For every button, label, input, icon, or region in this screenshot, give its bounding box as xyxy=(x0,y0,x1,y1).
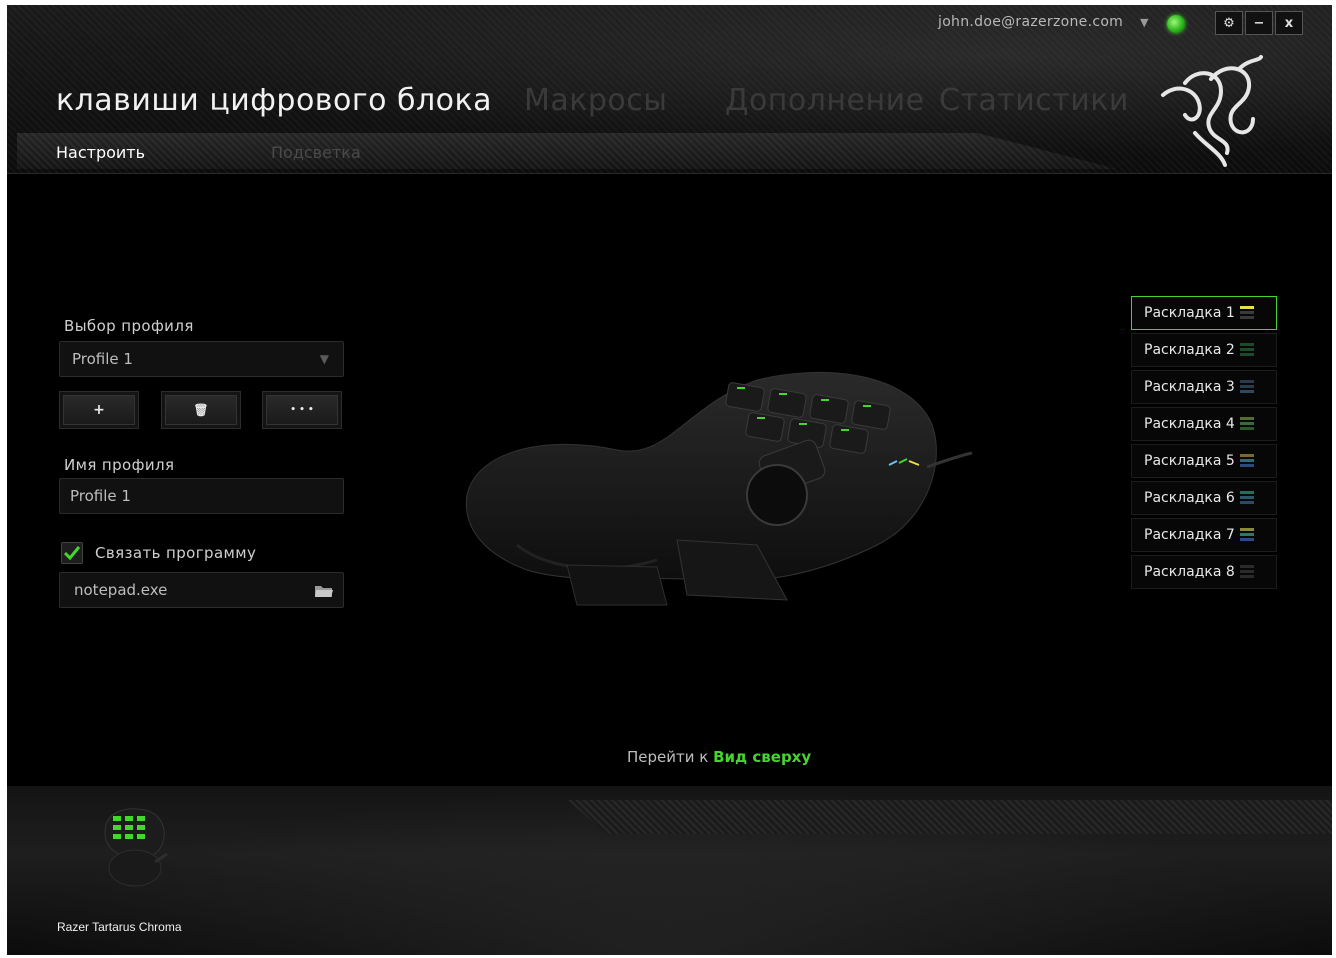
more-icon: • • • xyxy=(290,405,314,415)
settings-button[interactable]: ⚙ xyxy=(1215,11,1243,35)
subtab-customize[interactable]: Настроить xyxy=(56,143,145,162)
layout-label: Раскладка 4 xyxy=(1144,416,1235,432)
folder-icon[interactable] xyxy=(315,585,333,598)
link-program-checkbox[interactable] xyxy=(61,542,83,564)
subtab-bar xyxy=(17,133,1117,169)
minimize-button[interactable]: − xyxy=(1245,11,1273,35)
add-profile-button[interactable]: + xyxy=(59,391,139,429)
layout-item-4[interactable]: Раскладка 4 xyxy=(1131,407,1277,441)
razer-logo-icon xyxy=(1161,55,1263,167)
view-switch-prefix: Перейти к xyxy=(627,748,709,766)
layout-label: Раскладка 1 xyxy=(1144,305,1235,321)
synapse-window: john.doe@razerzone.com ▼ ⚙ − x клавиши ц… xyxy=(7,5,1332,955)
more-options-button[interactable]: • • • xyxy=(262,391,342,429)
device-footer: Razer Tartarus Chroma xyxy=(7,786,1332,955)
tab-stats[interactable]: Статистики xyxy=(939,83,1129,118)
device-thumbnail[interactable] xyxy=(95,802,175,892)
tab-extras[interactable]: Дополнение xyxy=(725,83,925,118)
profile-select-label: Выбор профиля xyxy=(64,317,194,335)
chevron-down-icon: ▼ xyxy=(319,352,329,366)
profile-dropdown[interactable]: Profile 1 ▼ xyxy=(59,341,344,377)
profile-name-value: Profile 1 xyxy=(70,487,131,505)
top-view-link[interactable]: Вид сверху xyxy=(713,748,811,766)
tab-macros[interactable]: Макросы xyxy=(524,83,667,118)
header: john.doe@razerzone.com ▼ ⚙ − x клавиши ц… xyxy=(7,5,1332,174)
plus-icon: + xyxy=(93,402,105,418)
layout-label: Раскладка 6 xyxy=(1144,490,1235,506)
layout-color-icon xyxy=(1240,454,1254,470)
layout-item-6[interactable]: Раскладка 6 xyxy=(1131,481,1277,515)
layout-item-3[interactable]: Раскладка 3 xyxy=(1131,370,1277,404)
account-dropdown-icon[interactable]: ▼ xyxy=(1140,16,1148,29)
footer-strip xyxy=(567,800,1332,834)
trash-icon: 🗑 xyxy=(193,403,209,417)
layout-label: Раскладка 8 xyxy=(1144,564,1235,580)
layout-item-5[interactable]: Раскладка 5 xyxy=(1131,444,1277,478)
program-path-field[interactable]: notepad.exe xyxy=(59,572,344,608)
layout-item-2[interactable]: Раскладка 2 xyxy=(1131,333,1277,367)
layout-item-7[interactable]: Раскладка 7 xyxy=(1131,518,1277,552)
layout-label: Раскладка 7 xyxy=(1144,527,1235,543)
delete-profile-button[interactable]: 🗑 xyxy=(161,391,241,429)
profile-name-label: Имя профиля xyxy=(64,456,175,474)
layout-color-icon xyxy=(1240,565,1254,581)
close-button[interactable]: x xyxy=(1275,11,1303,35)
page-title[interactable]: клавиши цифрового блока xyxy=(56,83,492,118)
profile-dropdown-value: Profile 1 xyxy=(72,350,133,368)
layout-color-icon xyxy=(1240,528,1254,544)
layout-color-icon xyxy=(1240,380,1254,396)
layout-label: Раскладка 3 xyxy=(1144,379,1235,395)
link-program-label[interactable]: Связать программу xyxy=(95,544,256,562)
layout-label: Раскладка 5 xyxy=(1144,453,1235,469)
layout-item-1[interactable]: Раскладка 1 xyxy=(1131,296,1277,330)
layout-item-8[interactable]: Раскладка 8 xyxy=(1131,555,1277,589)
view-switch: Перейти к Вид сверху xyxy=(627,748,811,766)
device-image xyxy=(465,371,973,606)
layout-color-icon xyxy=(1240,306,1254,322)
subtab-lighting[interactable]: Подсветка xyxy=(271,143,361,162)
checkmark-icon xyxy=(64,546,80,560)
layout-label: Раскладка 2 xyxy=(1144,342,1235,358)
online-status-icon[interactable] xyxy=(1167,15,1185,33)
profile-name-input[interactable]: Profile 1 xyxy=(59,478,344,514)
window-controls: ⚙ − x xyxy=(1215,11,1303,35)
layout-color-icon xyxy=(1240,343,1254,359)
account-email[interactable]: john.doe@razerzone.com xyxy=(938,14,1123,30)
device-name[interactable]: Razer Tartarus Chroma xyxy=(57,920,182,934)
program-path-value: notepad.exe xyxy=(74,581,168,599)
layout-color-icon xyxy=(1240,417,1254,433)
layout-color-icon xyxy=(1240,491,1254,507)
